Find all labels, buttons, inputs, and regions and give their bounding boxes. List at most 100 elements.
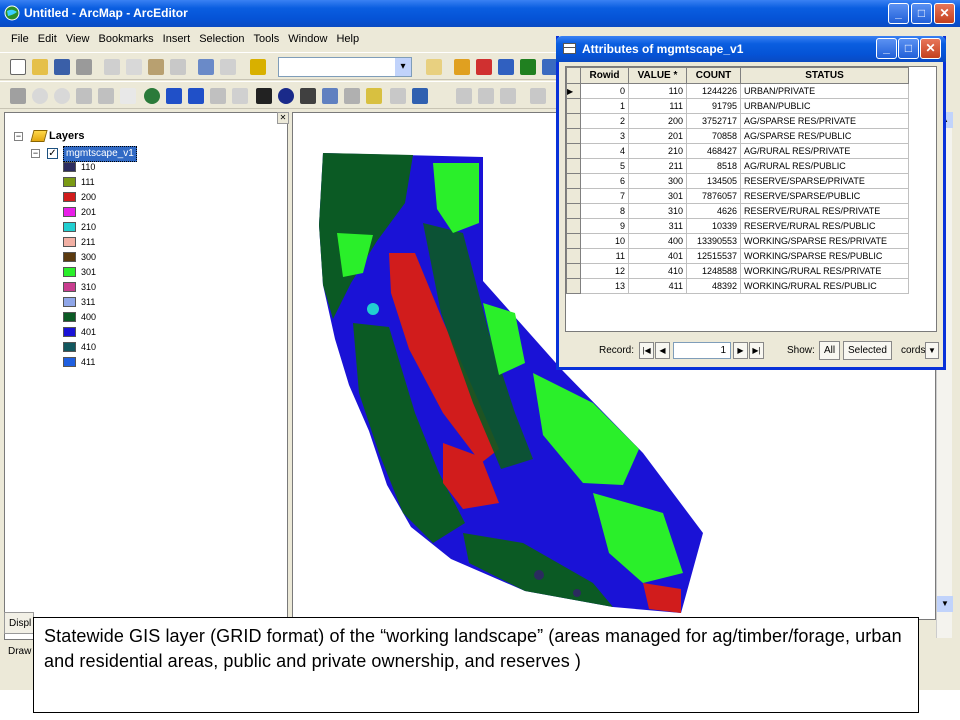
cell-status[interactable]: AG/RURAL RES/PRIVATE <box>740 143 909 159</box>
cell-rowid[interactable]: 4 <box>580 143 629 159</box>
legend-swatch[interactable] <box>63 177 76 187</box>
row-selector[interactable] <box>566 188 581 204</box>
cell-count[interactable]: 1248588 <box>686 263 741 279</box>
cell-count[interactable]: 48392 <box>686 278 741 294</box>
cell-count[interactable]: 4626 <box>686 203 741 219</box>
legend-swatch[interactable] <box>63 162 76 172</box>
last-record-icon[interactable]: ▶| <box>749 342 764 359</box>
legend-swatch[interactable] <box>63 297 76 307</box>
undo-icon[interactable] <box>198 59 214 75</box>
cell-value[interactable]: 210 <box>628 143 687 159</box>
row-selector[interactable] <box>566 248 581 264</box>
menu-selection[interactable]: Selection <box>196 28 247 50</box>
delete-icon[interactable] <box>170 59 186 75</box>
tab-display[interactable]: Displ <box>4 612 34 634</box>
legend-swatch[interactable] <box>63 207 76 217</box>
cell-rowid[interactable]: 5 <box>580 158 629 174</box>
cut-icon[interactable] <box>104 59 120 75</box>
cell-count[interactable]: 468427 <box>686 143 741 159</box>
table-row[interactable]: 9 311 10339 RESERVE/RURAL RES/PUBLIC <box>566 218 909 234</box>
cell-status[interactable]: AG/RURAL RES/PUBLIC <box>740 158 909 174</box>
zoom-whole-page-icon[interactable] <box>530 88 546 104</box>
cell-rowid[interactable]: 13 <box>580 278 629 294</box>
menu-insert[interactable]: Insert <box>160 28 194 50</box>
cell-count[interactable]: 7876057 <box>686 188 741 204</box>
attr-maximize-button[interactable]: □ <box>898 38 919 59</box>
cell-status[interactable]: RESERVE/SPARSE/PRIVATE <box>740 173 909 189</box>
layer-name-label[interactable]: mgmtscape_v1 <box>63 146 137 162</box>
layout-zoom-in-icon[interactable] <box>456 88 472 104</box>
cell-count[interactable]: 3752717 <box>686 113 741 129</box>
column-header-value[interactable]: VALUE * <box>628 67 687 84</box>
cell-rowid[interactable]: 10 <box>580 233 629 249</box>
legend-swatch[interactable] <box>63 357 76 367</box>
model-builder-icon[interactable] <box>520 59 536 75</box>
cell-value[interactable]: 311 <box>628 218 687 234</box>
layer-collapse-icon[interactable]: − <box>31 149 40 158</box>
row-selector[interactable] <box>566 173 581 189</box>
cell-count[interactable]: 70858 <box>686 128 741 144</box>
cell-status[interactable]: WORKING/RURAL RES/PRIVATE <box>740 263 909 279</box>
command-line-icon[interactable] <box>498 59 514 75</box>
open-folder-icon[interactable] <box>32 59 48 75</box>
current-row-indicator[interactable]: ▶ <box>566 83 581 99</box>
table-row[interactable]: 8 310 4626 RESERVE/RURAL RES/PRIVATE <box>566 203 909 219</box>
cell-status[interactable]: RESERVE/RURAL RES/PUBLIC <box>740 218 909 234</box>
options-dropdown-icon[interactable]: ▼ <box>925 342 939 359</box>
cell-count[interactable]: 10339 <box>686 218 741 234</box>
cell-count[interactable]: 91795 <box>686 98 741 114</box>
legend-swatch[interactable] <box>63 282 76 292</box>
zoom-in-icon[interactable] <box>32 88 48 104</box>
layout-zoom-out-icon[interactable] <box>478 88 494 104</box>
arctoolbox-icon[interactable] <box>476 59 492 75</box>
select-features-icon[interactable] <box>210 88 226 104</box>
arccatalog-icon[interactable] <box>454 59 470 75</box>
legend-swatch[interactable] <box>63 222 76 232</box>
attr-minimize-button[interactable]: _ <box>876 38 897 59</box>
cell-rowid[interactable]: 7 <box>580 188 629 204</box>
copy-icon[interactable] <box>126 59 142 75</box>
redo-icon[interactable] <box>220 59 236 75</box>
cell-value[interactable]: 300 <box>628 173 687 189</box>
row-selector[interactable] <box>566 143 581 159</box>
editor-icon[interactable] <box>426 59 442 75</box>
paste-icon[interactable] <box>148 59 164 75</box>
cell-value[interactable]: 111 <box>628 98 687 114</box>
table-row[interactable]: 13 411 48392 WORKING/RURAL RES/PUBLIC <box>566 278 909 294</box>
table-row[interactable]: 11 401 12515537 WORKING/SPARSE RES/PUBLIC <box>566 248 909 264</box>
row-selector[interactable] <box>566 158 581 174</box>
row-selector[interactable] <box>566 98 581 114</box>
column-header-count[interactable]: COUNT <box>686 67 741 84</box>
cell-rowid[interactable]: 0 <box>580 83 629 99</box>
record-number-input[interactable]: 1 <box>673 342 731 359</box>
attributes-title-bar[interactable]: Attributes of mgmtscape_v1 _ □ ✕ <box>556 36 946 62</box>
fixed-zoom-in-icon[interactable] <box>76 88 92 104</box>
table-row[interactable]: 7 301 7876057 RESERVE/SPARSE/PUBLIC <box>566 188 909 204</box>
cell-rowid[interactable]: 1 <box>580 98 629 114</box>
cell-rowid[interactable]: 6 <box>580 173 629 189</box>
cell-count[interactable]: 12515537 <box>686 248 741 264</box>
menu-bookmarks[interactable]: Bookmarks <box>96 28 157 50</box>
cell-value[interactable]: 400 <box>628 233 687 249</box>
table-row[interactable]: 4 210 468427 AG/RURAL RES/PRIVATE <box>566 143 909 159</box>
menu-file[interactable]: File <box>8 28 32 50</box>
legend-swatch[interactable] <box>63 192 76 202</box>
select-elements-arrow-icon[interactable] <box>256 88 272 104</box>
show-all-button[interactable]: All <box>819 341 841 360</box>
menu-window[interactable]: Window <box>285 28 330 50</box>
scroll-down-arrow-icon[interactable]: ▼ <box>937 596 953 612</box>
table-row[interactable]: 5 211 8518 AG/RURAL RES/PUBLIC <box>566 158 909 174</box>
legend-swatch[interactable] <box>63 237 76 247</box>
next-extent-icon[interactable] <box>188 88 204 104</box>
title-bar[interactable]: Untitled - ArcMap - ArcEditor _ □ ✕ <box>0 0 960 27</box>
maximize-button[interactable]: □ <box>911 3 932 24</box>
table-row[interactable]: 1 111 91795 URBAN/PUBLIC <box>566 98 909 114</box>
cell-value[interactable]: 411 <box>628 278 687 294</box>
time-slider-icon[interactable] <box>412 88 428 104</box>
full-extent-globe-icon[interactable] <box>144 88 160 104</box>
hyperlink-icon[interactable] <box>366 88 382 104</box>
menu-view[interactable]: View <box>63 28 93 50</box>
cell-status[interactable]: WORKING/RURAL RES/PUBLIC <box>740 278 909 294</box>
table-row[interactable]: 6 300 134505 RESERVE/SPARSE/PRIVATE <box>566 173 909 189</box>
menu-tools[interactable]: Tools <box>251 28 283 50</box>
